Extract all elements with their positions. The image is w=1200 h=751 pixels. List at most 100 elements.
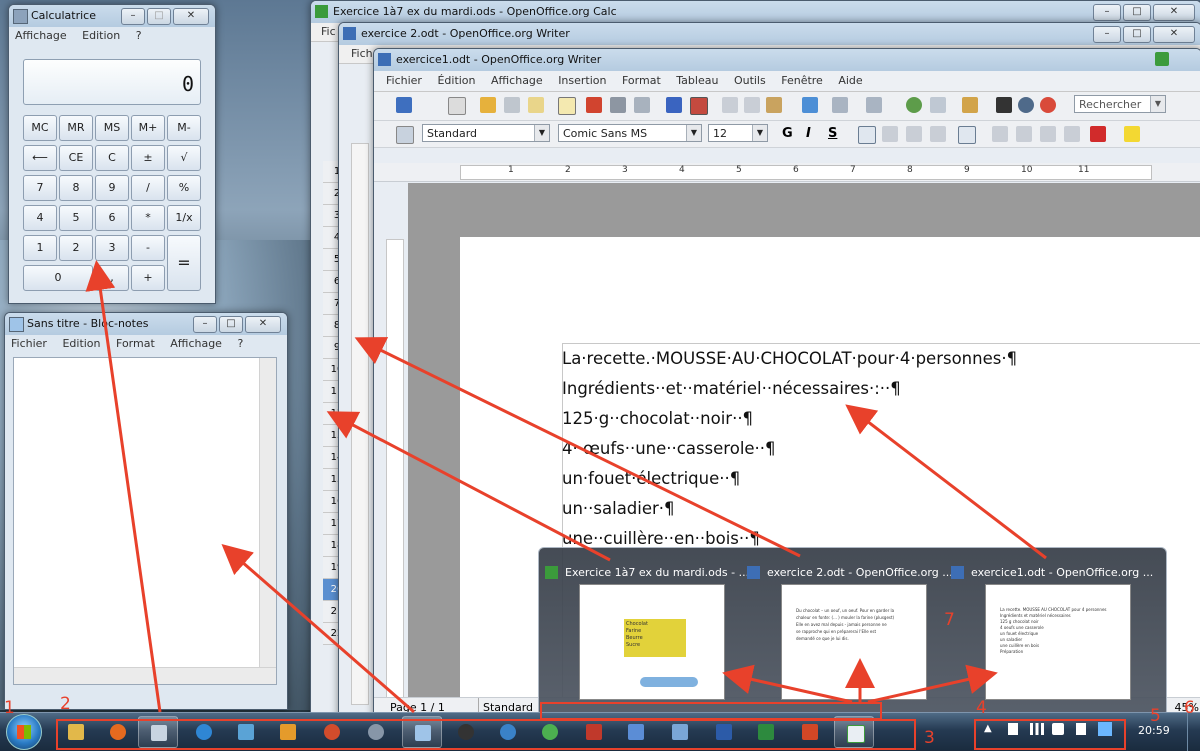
undo-icon[interactable]	[832, 97, 848, 113]
document-line[interactable]: 4··œufs··une··casserole··¶	[562, 434, 1017, 464]
chevron-down-icon[interactable]: ▼	[752, 125, 767, 141]
print-preview-icon[interactable]	[634, 97, 650, 113]
menu-insertion[interactable]: Insertion	[558, 74, 606, 87]
minimize-button[interactable]: –	[121, 8, 145, 25]
notepad-window[interactable]: Sans titre - Bloc-notes – □ ✕ Fichier Edit…	[4, 312, 288, 710]
calc-key[interactable]: 4	[23, 205, 57, 231]
chevron-down-icon[interactable]: ▼	[534, 125, 549, 141]
calc-key[interactable]: 9	[95, 175, 129, 201]
document-line[interactable]: La·recette.·MOUSSE·AU·CHOCOLAT·pour·4·pe…	[562, 344, 1017, 374]
menu-tableau[interactable]: Tableau	[676, 74, 718, 87]
calc-key[interactable]: ,	[95, 265, 129, 291]
calc-key[interactable]: 5	[59, 205, 93, 231]
calc-key[interactable]: %	[167, 175, 201, 201]
menu-fenetre[interactable]: Fenêtre	[781, 74, 823, 87]
line-spacing-icon[interactable]	[958, 126, 976, 144]
italic-button[interactable]: I	[806, 126, 811, 141]
notepad-menu-fichier[interactable]: Fichier	[11, 337, 47, 350]
menu-fichier[interactable]: Fichier	[386, 74, 422, 87]
calc-menu-affichage[interactable]: Affichage	[15, 29, 67, 42]
format-paintbrush-icon[interactable]	[802, 97, 818, 113]
calculator-title-bar[interactable]: Calculatrice – □ ✕	[9, 5, 215, 27]
calc-key[interactable]: 1	[23, 235, 57, 261]
calc-key[interactable]: /	[131, 175, 165, 201]
horizontal-ruler[interactable]: 1 2 3 4 5 6 7 8 9 10 11	[374, 163, 1200, 182]
maximize-button[interactable]: □	[1123, 4, 1151, 21]
font-color-icon[interactable]	[1090, 126, 1106, 142]
menu-edition[interactable]: Édition	[437, 74, 475, 87]
maximize-button[interactable]: □	[147, 8, 171, 25]
paragraph-style-select[interactable]: Standard ▼	[422, 124, 550, 142]
document-line[interactable]: un··saladier·¶	[562, 494, 1017, 524]
open-folder-icon[interactable]	[480, 97, 496, 113]
close-button[interactable]: ✕	[245, 316, 281, 333]
calc-key[interactable]: √	[167, 145, 201, 171]
calc-key[interactable]: 6	[95, 205, 129, 231]
calc-menu-help[interactable]: ?	[136, 29, 142, 42]
navigator-compass-icon[interactable]	[1018, 97, 1034, 113]
justify-icon[interactable]	[930, 126, 946, 142]
menu-aide[interactable]: Aide	[838, 74, 862, 87]
calc-key[interactable]: MS	[95, 115, 129, 141]
calc-key[interactable]: 2	[59, 235, 93, 261]
close-button[interactable]: ✕	[1153, 4, 1195, 21]
notepad-title-bar[interactable]: Sans titre - Bloc-notes – □ ✕	[5, 313, 287, 335]
hyperlink-icon[interactable]	[906, 97, 922, 113]
writer2-title-bar[interactable]: exercice 2.odt - OpenOffice.org Writer –…	[339, 23, 1200, 45]
show-draw-icon[interactable]	[962, 97, 978, 113]
calc-menu-fichier[interactable]: Fic	[321, 25, 336, 38]
notepad-menu-help[interactable]: ?	[237, 337, 243, 350]
notepad-menu-format[interactable]: Format	[116, 337, 155, 350]
document-line[interactable]: Ingrédients··et··matériel··nécessaires·:…	[562, 374, 1017, 404]
redo-icon[interactable]	[866, 97, 882, 113]
new-document-icon[interactable]	[448, 97, 466, 115]
preview-calc[interactable]: Exercice 1à7 ex du mardi.ods - ... Choco…	[543, 558, 749, 706]
menu-affichage[interactable]: Affichage	[491, 74, 543, 87]
calc-key[interactable]: M+	[131, 115, 165, 141]
underline-button[interactable]: S	[828, 126, 837, 141]
table-icon[interactable]	[930, 97, 946, 113]
calc-key[interactable]: CE	[59, 145, 93, 171]
calc-key[interactable]: 3	[95, 235, 129, 261]
vertical-ruler[interactable]	[386, 239, 404, 701]
paste-icon[interactable]	[766, 97, 782, 113]
bold-button[interactable]: G	[782, 126, 793, 141]
document-body[interactable]: La·recette.·MOUSSE·AU·CHOCOLAT·pour·4·pe…	[562, 344, 1017, 554]
minimize-button[interactable]: –	[1093, 4, 1121, 21]
save-icon[interactable]	[504, 97, 520, 113]
calc-key[interactable]: 7	[23, 175, 57, 201]
spellcheck-icon[interactable]	[666, 97, 682, 113]
preview-writer2[interactable]: exercice 2.odt - OpenOffice.org ... Du c…	[745, 558, 953, 706]
minimize-button[interactable]: –	[193, 316, 217, 333]
horizontal-scrollbar[interactable]	[14, 667, 276, 684]
font-size-select[interactable]: 12 ▼	[708, 124, 768, 142]
chevron-down-icon[interactable]: ▼	[686, 125, 701, 141]
calc-key[interactable]: 8	[59, 175, 93, 201]
search-input[interactable]: Rechercher ▼	[1074, 95, 1166, 113]
preview-writer1[interactable]: exercice1.odt - OpenOffice.org ... La re…	[949, 558, 1153, 706]
writer1-title-bar[interactable]: exercice1.odt - OpenOffice.org Writer	[374, 49, 1200, 71]
maximize-button[interactable]: □	[219, 316, 243, 333]
menu-outils[interactable]: Outils	[734, 74, 766, 87]
close-button[interactable]: ✕	[173, 8, 209, 25]
writer2-menu-fichier[interactable]: Fich	[351, 47, 373, 60]
close-button[interactable]: ✕	[1153, 26, 1195, 43]
calc-key[interactable]: C	[95, 145, 129, 171]
notepad-menu-edition[interactable]: Edition	[62, 337, 100, 350]
calc-key[interactable]: -	[131, 235, 165, 261]
vertical-scrollbar[interactable]	[259, 358, 276, 668]
calc-key[interactable]: +	[131, 265, 165, 291]
highlight-icon[interactable]	[1124, 126, 1140, 142]
start-button[interactable]	[6, 714, 42, 750]
align-center-icon[interactable]	[882, 126, 898, 142]
font-name-select[interactable]: Comic Sans MS ▼	[558, 124, 702, 142]
chevron-down-icon[interactable]: ▼	[1150, 96, 1165, 112]
styles-formatting-icon[interactable]	[396, 126, 414, 144]
email-icon[interactable]	[528, 97, 544, 113]
calc-key[interactable]: ⟵	[23, 145, 57, 171]
calculator-window[interactable]: Calculatrice – □ ✕ Affichage Edition ? 0 M…	[8, 4, 216, 304]
edit-mode-icon[interactable]	[558, 97, 576, 115]
calc-key[interactable]: =	[167, 235, 201, 291]
bullets-icon[interactable]	[1016, 126, 1032, 142]
calc-key[interactable]: ±	[131, 145, 165, 171]
